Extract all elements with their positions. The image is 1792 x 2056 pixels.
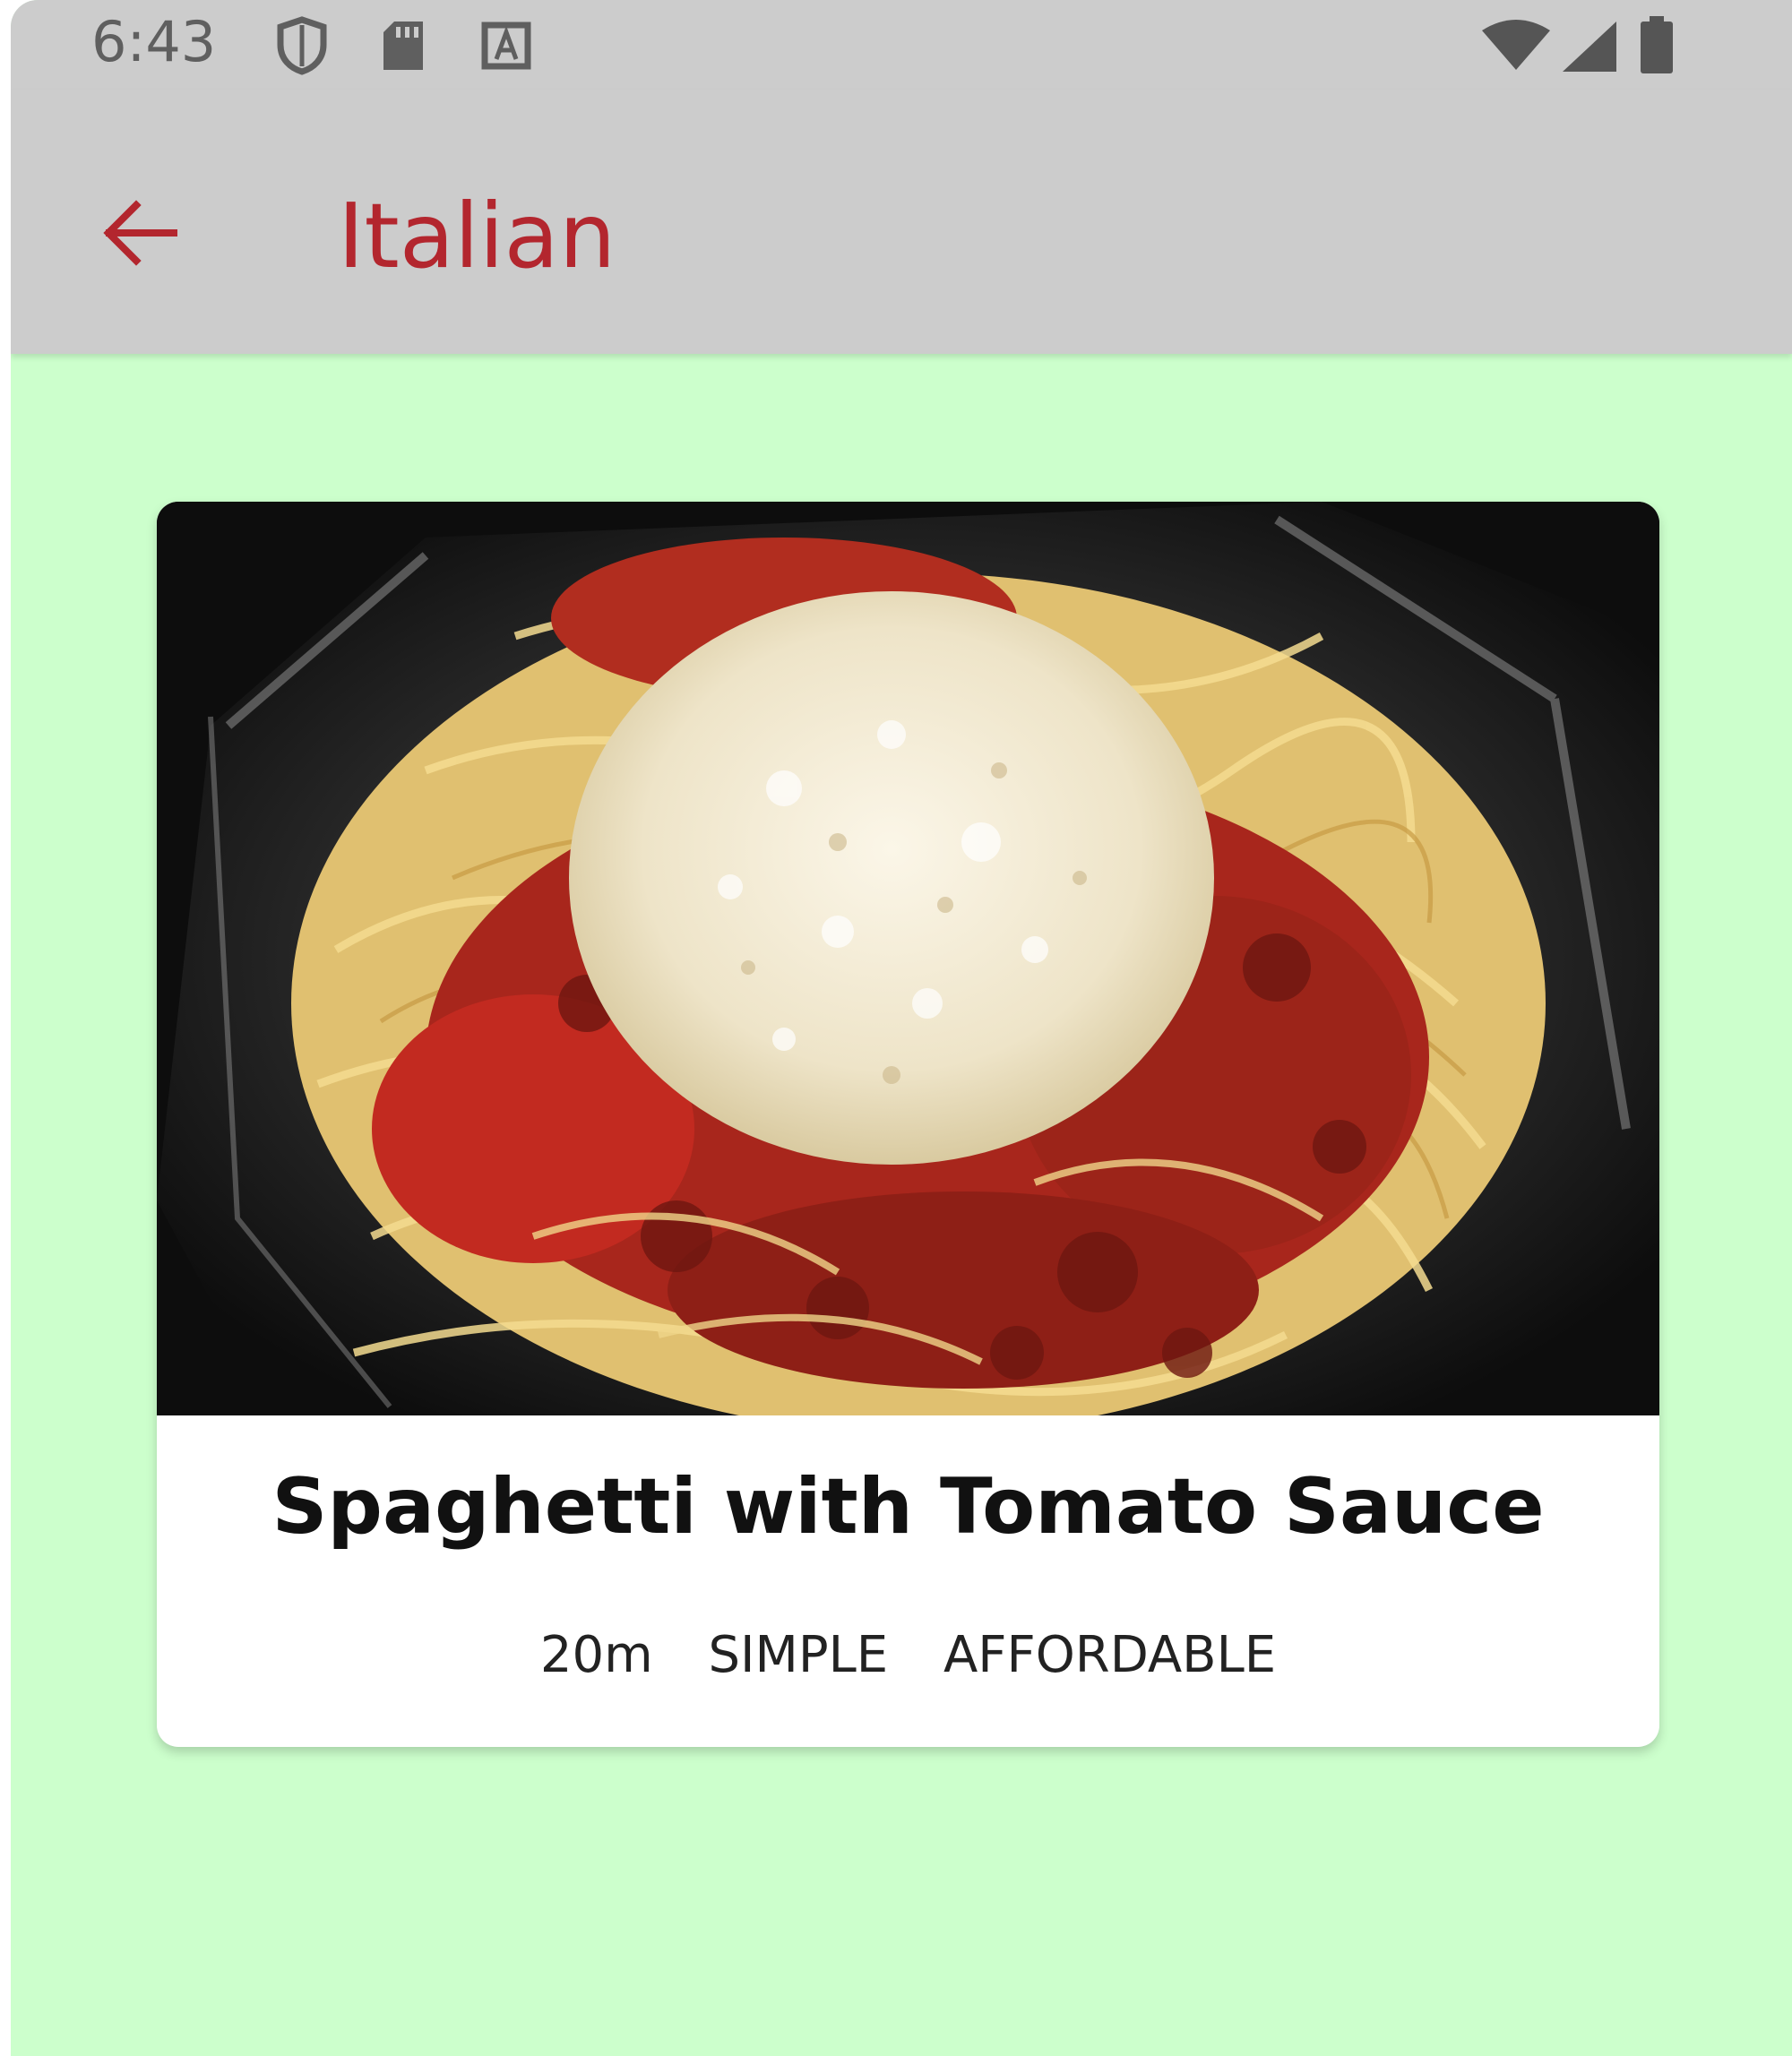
a-box-icon — [481, 22, 531, 70]
recipe-card[interactable]: Spaghetti with Tomato Sauce 20m SIMPLE A… — [157, 502, 1659, 1747]
app-bar: Italian — [11, 90, 1792, 354]
phone-screen: 6:43 Italian Spaghetti with Tomato Sauce… — [11, 0, 1792, 2056]
recipe-title: Spaghetti with Tomato Sauce — [271, 1462, 1545, 1552]
sd-card-icon — [383, 22, 423, 70]
status-bar: 6:43 — [11, 0, 1792, 90]
spaghetti-photo — [157, 502, 1659, 1415]
recipe-complexity: SIMPLE — [708, 1626, 889, 1684]
signal-icon — [1563, 22, 1616, 72]
wifi-icon — [1482, 20, 1550, 70]
app-title: Italian — [338, 184, 616, 288]
recipe-affordability: AFFORDABLE — [943, 1626, 1277, 1684]
recipe-meta: 20m SIMPLE AFFORDABLE — [157, 1626, 1659, 1684]
status-time: 6:43 — [91, 9, 217, 74]
back-button[interactable] — [87, 179, 194, 287]
battery-icon — [1641, 16, 1673, 73]
arrow-left-icon — [103, 200, 177, 266]
shield-icon — [277, 16, 327, 75]
recipe-duration: 20m — [539, 1626, 653, 1684]
